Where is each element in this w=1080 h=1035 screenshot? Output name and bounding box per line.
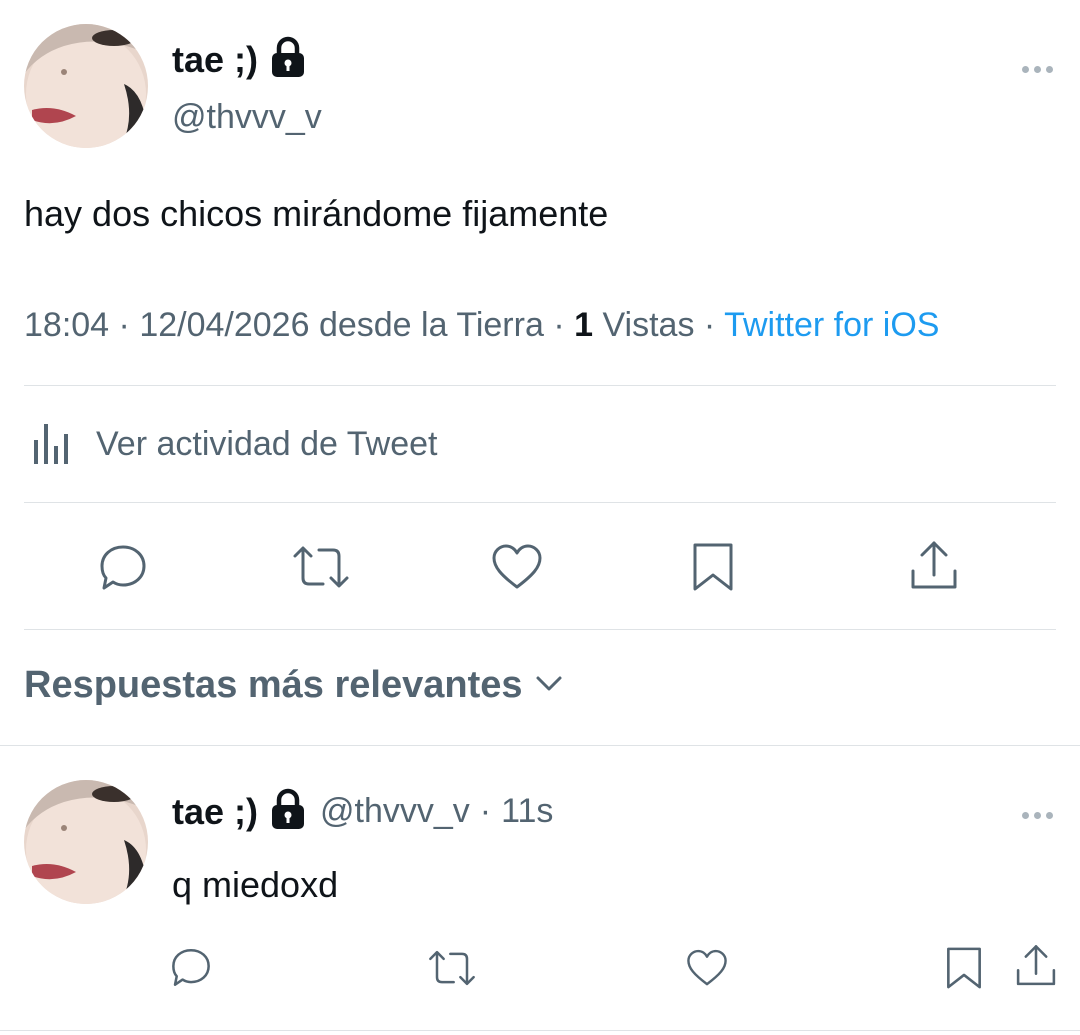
reply-more-options-icon[interactable] xyxy=(1022,806,1058,824)
tweet-text: hay dos chicos mirándome fijamente xyxy=(24,193,609,234)
reply-retweet-button[interactable] xyxy=(426,946,478,990)
divider xyxy=(24,629,1056,630)
reply-text: q miedoxd xyxy=(172,864,339,905)
like-button[interactable] xyxy=(490,540,544,594)
tweet-meta: 18:04 · 12/04/2026 desde la Tierra · 1 V… xyxy=(24,306,939,345)
meta-separator: · xyxy=(703,306,716,344)
lock-icon xyxy=(270,36,306,83)
reply-reply-button[interactable] xyxy=(168,944,214,990)
reply-share-button[interactable] xyxy=(1012,942,1060,990)
view-activity-button[interactable]: Ver actividad de Tweet xyxy=(24,420,437,468)
avatar[interactable] xyxy=(24,24,148,148)
bookmark-button[interactable] xyxy=(688,540,738,594)
replies-sort-button[interactable]: Respuestas más relevantes xyxy=(24,664,565,707)
reply-like-button[interactable] xyxy=(684,946,730,990)
views-label: Vistas xyxy=(602,306,695,344)
like-icon xyxy=(492,544,542,589)
meta-separator: · xyxy=(553,306,565,344)
meta-separator: · xyxy=(118,306,130,344)
view-activity-label: Ver actividad de Tweet xyxy=(96,424,438,463)
chevron-down-icon xyxy=(533,671,565,700)
reply-icon xyxy=(172,948,210,986)
reply-avatar[interactable] xyxy=(24,780,148,904)
meta-separator: · xyxy=(479,792,492,830)
retweet-button[interactable] xyxy=(290,540,352,594)
replies-sort-label: Respuestas más relevantes xyxy=(24,664,523,706)
lock-icon xyxy=(270,788,306,835)
tweet-source-link[interactable]: Twitter for iOS xyxy=(724,306,939,344)
reply-button[interactable] xyxy=(96,540,150,594)
tweet-time: 18:04 xyxy=(24,306,110,344)
reply-author-row: tae ;) @thvvv_v · 11s xyxy=(172,788,553,835)
share-icon xyxy=(911,541,957,589)
views-count: 1 xyxy=(574,306,594,344)
tweet-location: desde la Tierra xyxy=(318,306,544,344)
divider xyxy=(24,502,1056,503)
author-row: tae ;) xyxy=(172,36,306,83)
share-icon xyxy=(1016,945,1056,986)
bookmark-icon xyxy=(947,947,981,989)
like-icon xyxy=(687,949,727,986)
reply-icon xyxy=(100,545,146,590)
retweet-icon xyxy=(429,950,475,986)
reply-bookmark-button[interactable] xyxy=(942,944,986,992)
more-options-icon[interactable] xyxy=(1022,60,1058,78)
divider xyxy=(0,745,1080,746)
retweet-icon xyxy=(293,546,349,588)
display-name[interactable]: tae ;) xyxy=(172,39,258,81)
analytics-icon xyxy=(24,418,78,471)
reply-handle[interactable]: @thvvv_v xyxy=(320,792,470,831)
handle[interactable]: @thvvv_v xyxy=(172,98,322,137)
tweet-date: 12/04/2026 xyxy=(139,306,310,344)
reply-display-name[interactable]: tae ;) xyxy=(172,791,258,833)
divider xyxy=(24,385,1056,386)
divider xyxy=(0,1030,1080,1031)
bookmark-icon xyxy=(693,543,733,591)
reply-time[interactable]: 11s xyxy=(501,792,553,831)
share-button[interactable] xyxy=(906,538,962,594)
